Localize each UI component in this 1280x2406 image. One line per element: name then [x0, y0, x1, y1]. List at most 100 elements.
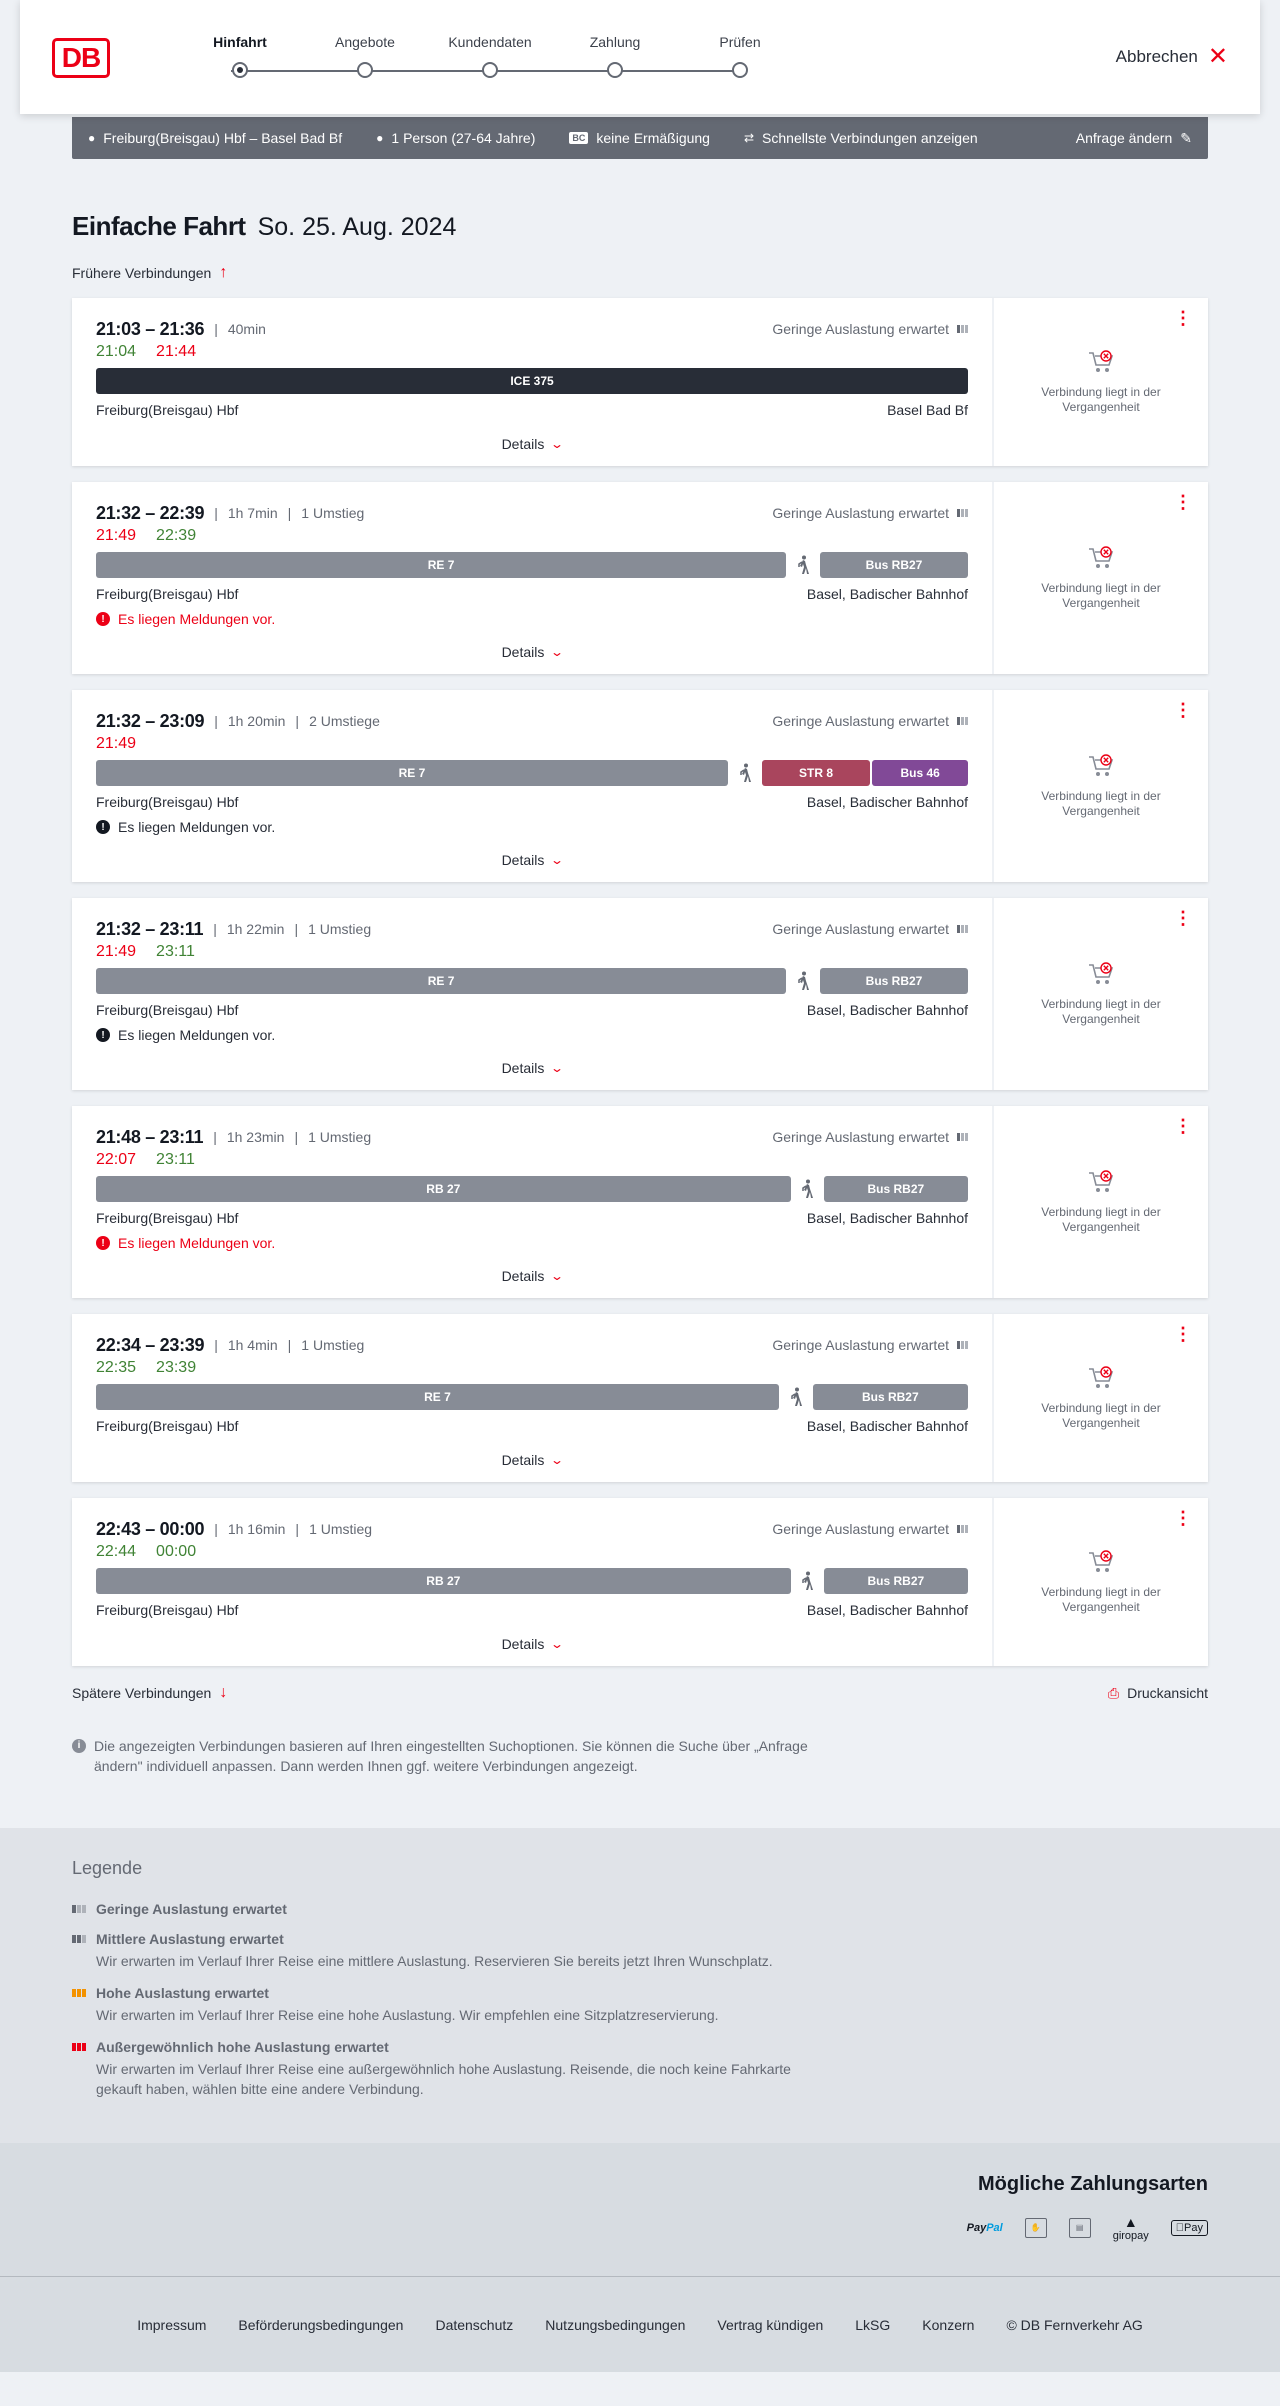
cancel-button[interactable]: Abbrechen ✕ — [1116, 45, 1228, 69]
past-connection-note: Verbindung liegt in der Vergangenheit — [1041, 789, 1161, 818]
below-list-actions: Spätere Verbindungen ↓ ⎙ Druckansicht — [72, 1684, 1208, 1702]
occupancy-low-icon — [957, 925, 968, 933]
earlier-connections-link[interactable]: Frühere Verbindungen ↑ — [72, 264, 1208, 282]
duration: 1h 20min — [227, 713, 286, 729]
kebab-icon[interactable]: ⋮ — [1174, 1509, 1192, 1527]
connection-main: 21:32 – 23:09 | 1h 20min | 2 Umstiege Geringe… — [72, 690, 994, 882]
service-message[interactable]: ! Es liegen Meldungen vor. — [96, 1234, 968, 1252]
earlier-label: Frühere Verbindungen — [72, 265, 212, 281]
service-message[interactable]: ! Es liegen Meldungen vor. — [96, 818, 968, 836]
journey-segments: RE 7 Bus RB27 — [96, 968, 969, 994]
realtime-arrival: 22:39 — [156, 527, 197, 544]
kebab-icon[interactable]: ⋮ — [1174, 309, 1192, 327]
train-segment[interactable]: Bus 46 — [872, 760, 968, 786]
connection-card[interactable]: 21:48 – 23:11 | 1h 23min | 1 Umstieg Geringe … — [72, 1106, 1208, 1298]
print-view-link[interactable]: ⎙ Druckansicht — [1108, 1684, 1208, 1702]
giropay-icon: ▲ giropay — [1112, 2214, 1149, 2242]
train-segment[interactable]: STR 8 — [761, 760, 871, 786]
legend-item: Hohe Auslastung erwartet Wir erwarten im … — [72, 1985, 1208, 2025]
trip-date: So. 25. Aug. 2024 — [257, 213, 457, 241]
arrival-station: Basel, Badischer Bahnhof — [806, 794, 968, 810]
realtime-departure: 22:35 — [96, 1359, 137, 1376]
service-message[interactable]: ! Es liegen Meldungen vor. — [96, 1026, 968, 1044]
footer-link-datenschutz[interactable]: Datenschutz — [435, 2317, 513, 2333]
step-zahlung[interactable]: Zahlung — [565, 34, 665, 78]
train-segment[interactable]: Bus RB27 — [823, 1568, 968, 1594]
kebab-icon[interactable]: ⋮ — [1174, 1117, 1192, 1135]
realtime-departure: 21:49 — [96, 943, 137, 960]
later-connections-link[interactable]: Spätere Verbindungen ↓ — [72, 1684, 227, 1702]
train-segment[interactable]: RE 7 — [96, 1384, 779, 1410]
footer-link-konzern[interactable]: Konzern — [922, 2317, 974, 2333]
details-toggle[interactable]: Details ⌄ — [96, 836, 968, 882]
connection-card[interactable]: 21:32 – 23:09 | 1h 20min | 2 Umstiege Geringe… — [72, 690, 1208, 882]
occupancy-low-icon — [957, 1133, 968, 1141]
train-segment[interactable]: Bus RB27 — [812, 1384, 968, 1410]
step-hinfahrt[interactable]: Hinfahrt — [190, 34, 290, 78]
train-segment[interactable]: RB 27 — [96, 1568, 791, 1594]
arrival-station: Basel, Badischer Bahnhof — [806, 1602, 968, 1618]
details-toggle[interactable]: Details ⌄ — [96, 1252, 968, 1298]
past-connection-note: Verbindung liegt in der Vergangenheit — [1041, 581, 1161, 610]
footer-link-nutzung[interactable]: Nutzungsbedingungen — [545, 2317, 685, 2333]
service-message[interactable]: ! Es liegen Meldungen vor. — [96, 610, 968, 628]
past-connection-note: Verbindung liegt in der Vergangenheit — [1041, 1205, 1161, 1234]
alert-icon: ! — [96, 612, 110, 626]
footer-link-kuendigen[interactable]: Vertrag kündigen — [717, 2317, 823, 2333]
step-pruefen[interactable]: Prüfen — [690, 34, 790, 78]
train-segment[interactable]: RB 27 — [96, 1176, 791, 1202]
step-kundendaten[interactable]: Kundendaten — [440, 34, 540, 78]
train-segment[interactable]: Bus RB27 — [820, 552, 969, 578]
occupancy-info: Geringe Auslastung erwartet — [772, 713, 968, 729]
train-segment[interactable]: RE 7 — [96, 968, 787, 994]
divider: | — [213, 1129, 217, 1145]
details-toggle[interactable]: Details ⌄ — [96, 628, 968, 674]
train-segment[interactable]: ICE 375 — [96, 368, 968, 394]
realtime-departure: 22:44 — [96, 1543, 137, 1560]
train-segment[interactable]: Bus RB27 — [820, 968, 969, 994]
details-toggle[interactable]: Details ⌄ — [96, 1620, 968, 1666]
booking-stepper: Hinfahrt Angebote Kundendaten Zahlung Pr… — [190, 34, 761, 84]
kebab-icon[interactable]: ⋮ — [1174, 493, 1192, 511]
edit-query-button[interactable]: Anfrage ändern ✎ — [1076, 130, 1192, 147]
connection-card[interactable]: 21:03 – 21:36 | 40min Geringe Auslastung er… — [72, 298, 1208, 466]
details-toggle[interactable]: Details ⌄ — [96, 420, 968, 466]
cart-disabled-icon — [1087, 1365, 1115, 1391]
realtime-times: 21:49 23:11 — [96, 940, 968, 964]
connection-card[interactable]: 22:43 – 00:00 | 1h 16min | 1 Umstieg Geringe … — [72, 1498, 1208, 1666]
giropay-label: giropay — [1112, 2230, 1149, 2242]
step-angebote[interactable]: Angebote — [315, 34, 415, 78]
connection-card[interactable]: 22:34 – 23:39 | 1h 4min | 1 Umstieg Geringe A… — [72, 1314, 1208, 1482]
kebab-icon[interactable]: ⋮ — [1174, 701, 1192, 719]
occupancy-info: Geringe Auslastung erwartet — [772, 321, 968, 337]
divider: | — [295, 713, 300, 729]
details-label: Details — [501, 644, 545, 660]
payment-section: Mögliche Zahlungsarten PayPal ✋ ▤ ▲ girop… — [0, 2143, 1280, 2276]
details-toggle[interactable]: Details ⌄ — [96, 1044, 968, 1090]
train-segment[interactable]: Bus RB27 — [823, 1176, 968, 1202]
connection-card[interactable]: 21:32 – 23:11 | 1h 22min | 1 Umstieg Geringe … — [72, 898, 1208, 1090]
legend-description: Wir erwarten im Verlauf Ihrer Reise eine… — [96, 2007, 719, 2023]
divider: | — [287, 505, 292, 521]
kebab-icon[interactable]: ⋮ — [1174, 909, 1192, 927]
footer-link-impressum[interactable]: Impressum — [137, 2317, 206, 2333]
details-label: Details — [501, 852, 545, 868]
past-connection-note: Verbindung liegt in der Vergangenheit — [1041, 1401, 1161, 1430]
duration: 1h 22min — [226, 921, 285, 937]
walking-icon — [788, 552, 818, 578]
footer-link-befoerderung[interactable]: Beförderungsbedingungen — [238, 2317, 403, 2333]
db-logo[interactable]: DB — [52, 38, 110, 78]
departure-station: Freiburg(Breisgau) Hbf — [96, 1418, 239, 1434]
kebab-icon[interactable]: ⋮ — [1174, 1325, 1192, 1343]
details-toggle[interactable]: Details ⌄ — [96, 1436, 968, 1482]
train-segment[interactable]: RE 7 — [96, 760, 728, 786]
query-route: ● Freiburg(Breisgau) Hbf – Basel Bad Bf — [88, 130, 342, 146]
connection-card[interactable]: 21:32 – 22:39 | 1h 7min | 1 Umstieg Geringe A… — [72, 482, 1208, 674]
connection-main: 21:03 – 21:36 | 40min Geringe Auslastung er… — [72, 298, 994, 466]
occupancy-low-icon — [957, 1341, 968, 1349]
details-label: Details — [501, 1636, 545, 1652]
journey-segments: RB 27 Bus RB27 — [96, 1568, 968, 1594]
train-segment[interactable]: RE 7 — [96, 552, 787, 578]
footer-link-lksg[interactable]: LkSG — [855, 2317, 890, 2333]
realtime-arrival: 21:44 — [156, 343, 197, 360]
